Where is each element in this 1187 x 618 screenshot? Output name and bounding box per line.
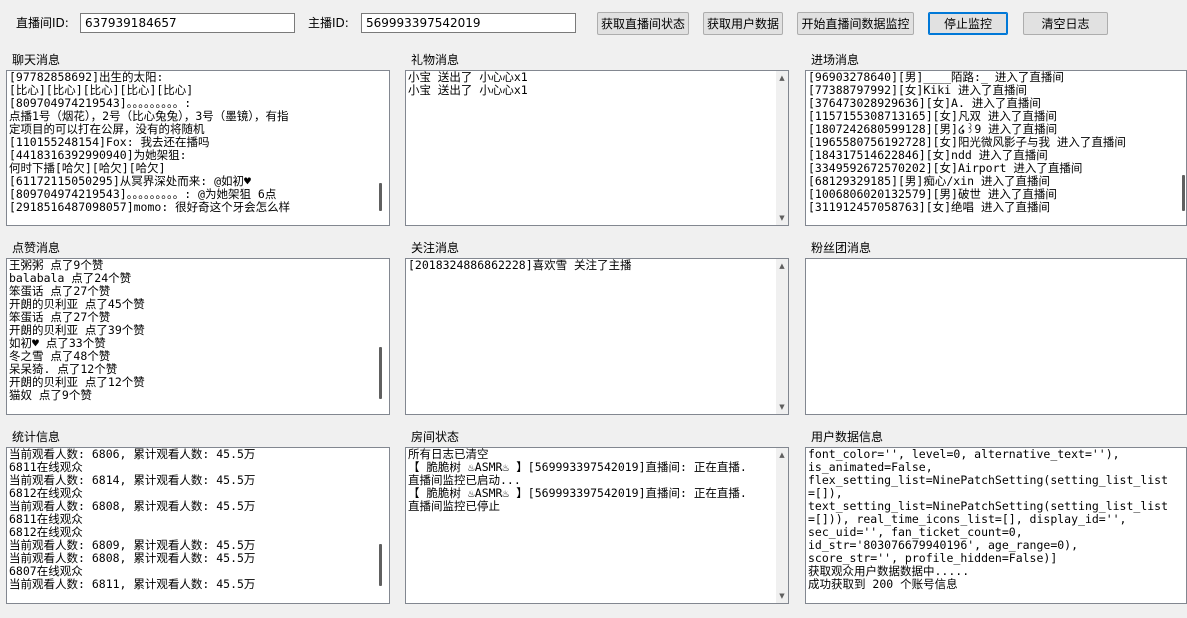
- enter-panel-title: 进场消息: [811, 53, 860, 67]
- log-line: flex_setting_list=NinePatchSetting(setti…: [808, 473, 1169, 487]
- scroll-up-icon[interactable]: ▲: [776, 72, 788, 84]
- chat-log[interactable]: [97782858692]出生的太阳: [比心][比心][比心][比心][比心][…: [6, 70, 390, 226]
- fans-log[interactable]: [805, 258, 1187, 415]
- log-line: 当前观看人数: 6811, 累计观看人数: 45.5万: [9, 577, 256, 591]
- chat-scrollbar-thumb[interactable]: [379, 183, 382, 211]
- room-scrollbar[interactable]: ▲ ▼: [776, 448, 788, 603]
- user-log[interactable]: font_color='', level=0, alternative_text…: [805, 447, 1187, 604]
- follow-scrollbar[interactable]: ▲ ▼: [776, 259, 788, 414]
- stats-log[interactable]: 当前观看人数: 6806, 累计观看人数: 45.5万 6811在线观众 当前观看人…: [6, 447, 390, 604]
- room-panel-title: 房间状态: [411, 430, 460, 444]
- clear-log-button[interactable]: 清空日志: [1023, 12, 1108, 35]
- get-room-status-button[interactable]: 获取直播间状态: [597, 12, 689, 35]
- get-user-data-button[interactable]: 获取用户数据: [703, 12, 783, 35]
- like-scrollbar[interactable]: [379, 259, 383, 414]
- anchor-id-input[interactable]: 569993397542019: [361, 13, 576, 33]
- fans-panel-title: 粉丝团消息: [811, 241, 872, 255]
- log-line: 成功获取到 200 个账号信息: [808, 577, 958, 591]
- scroll-down-icon[interactable]: ▼: [776, 590, 788, 602]
- gift-scrollbar[interactable]: ▲ ▼: [776, 71, 788, 225]
- like-panel-title: 点赞消息: [12, 241, 61, 255]
- like-scrollbar-thumb[interactable]: [379, 347, 382, 399]
- scroll-up-icon[interactable]: ▲: [776, 260, 788, 272]
- scroll-up-icon[interactable]: ▲: [776, 449, 788, 461]
- enter-log[interactable]: [96903278640][男]____陌路:_ 进入了直播间 [77388797…: [805, 70, 1187, 226]
- log-line: 小宝 送出了 小心心x1: [408, 83, 528, 97]
- log-line: [2918516487098057]momo: 很好奇这个牙会怎么样: [9, 200, 291, 214]
- stats-panel-title: 统计信息: [12, 430, 61, 444]
- anchor-id-label: 主播ID:: [308, 16, 349, 30]
- room-id-input[interactable]: 637939184657: [80, 13, 295, 33]
- stats-scrollbar-thumb[interactable]: [379, 544, 382, 586]
- room-log[interactable]: 所有日志已清空【 脆脆树 ♨ASMR♨ 】[569993397542019]直播…: [405, 447, 789, 604]
- enter-scrollbar[interactable]: [1182, 71, 1186, 225]
- scroll-down-icon[interactable]: ▼: [776, 401, 788, 413]
- log-line: [2018324886862228]喜欢雪 关注了主播: [408, 259, 632, 272]
- log-line: [311912457058763][女]绝唱 进入了直播间: [808, 200, 1050, 214]
- chat-scrollbar[interactable]: [379, 71, 383, 225]
- stats-scrollbar[interactable]: [379, 448, 383, 603]
- log-line: 直播间监控已停止: [408, 499, 500, 513]
- follow-log[interactable]: [2018324886862228]喜欢雪 关注了主播 ▲ ▼: [405, 258, 789, 415]
- room-id-label: 直播间ID:: [16, 16, 69, 30]
- stop-monitor-button[interactable]: 停止监控: [928, 12, 1008, 35]
- follow-panel-title: 关注消息: [411, 241, 460, 255]
- start-monitor-button[interactable]: 开始直播间数据监控: [797, 12, 914, 35]
- gift-log[interactable]: 小宝 送出了 小心心x1 小宝 送出了 小心心x1 ▲ ▼: [405, 70, 789, 226]
- log-line: 猫奴 点了9个赞: [9, 388, 92, 402]
- scroll-down-icon[interactable]: ▼: [776, 212, 788, 224]
- chat-panel-title: 聊天消息: [12, 53, 61, 67]
- like-log[interactable]: 王粥粥 点了9个赞 balabala 点了24个赞 笨蛋话 点了27个赞 开朗的贝利亚…: [6, 258, 390, 415]
- enter-scrollbar-thumb[interactable]: [1182, 175, 1185, 211]
- user-panel-title: 用户数据信息: [811, 430, 884, 444]
- gift-panel-title: 礼物消息: [411, 53, 460, 67]
